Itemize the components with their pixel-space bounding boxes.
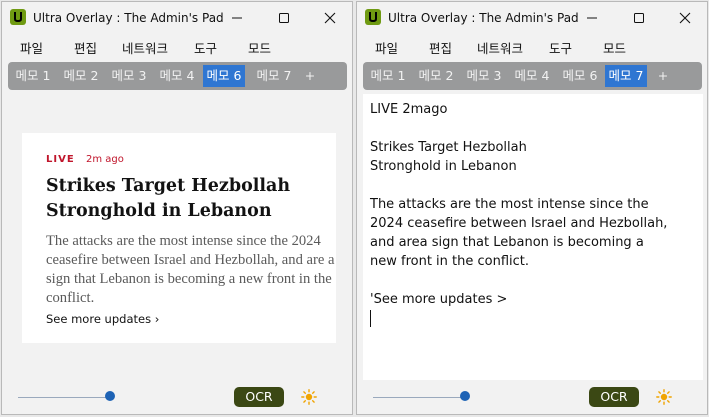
memo-line: LIVE 2mago — [370, 102, 448, 117]
tab-memo-3[interactable]: 메모 3 — [106, 65, 152, 87]
memo-line: 'See more updates > — [370, 292, 508, 307]
news-card-image: LIVE 2m ago Strikes Target Hezbollah Str… — [22, 133, 336, 343]
ocr-button[interactable]: OCR — [234, 387, 284, 407]
menu-mode[interactable]: 모드 — [603, 38, 626, 57]
ultra-overlay-logo-icon — [10, 9, 26, 25]
minimize-icon — [232, 17, 242, 19]
slider-thumb[interactable] — [105, 391, 115, 401]
close-icon — [679, 12, 691, 24]
bottom-toolbar: OCR — [357, 382, 707, 414]
maximize-icon — [279, 13, 289, 23]
close-button[interactable] — [307, 2, 352, 34]
maximize-icon — [634, 13, 644, 23]
menu-file[interactable]: 파일 — [20, 38, 43, 57]
memo-line: The attacks are the most intense since t… — [370, 197, 649, 212]
opacity-slider[interactable] — [18, 397, 110, 398]
time-ago: 2m ago — [86, 154, 124, 165]
memo-line: Stronghold in Lebanon — [370, 159, 517, 174]
overlay-window-left: Ultra Overlay : The Admin's Pad 파일 편집 네트… — [1, 1, 353, 415]
bottom-toolbar: OCR — [2, 382, 352, 414]
tab-memo-3[interactable]: 메모 3 — [461, 65, 507, 87]
memo-tab-bar: 메모 1 메모 2 메모 3 메모 4 메모 6 메모 7 + — [363, 62, 702, 90]
maximize-button[interactable] — [261, 2, 307, 34]
slider-fill — [373, 397, 465, 398]
menu-network[interactable]: 네트워크 — [122, 38, 168, 57]
close-button[interactable] — [662, 2, 707, 34]
memo-tab-bar: 메모 1 메모 2 메모 3 메모 4 메모 6 메모 7 + — [8, 62, 347, 90]
window-title: Ultra Overlay : The Admin's Pad — [33, 11, 224, 25]
see-more-link: See more updates › — [46, 312, 160, 326]
minimize-button[interactable] — [569, 2, 615, 34]
menu-network[interactable]: 네트워크 — [477, 38, 523, 57]
sun-icon — [301, 389, 317, 405]
tab-memo-1[interactable]: 메모 1 — [365, 65, 411, 87]
ultra-overlay-logo-icon — [365, 9, 381, 25]
menu-file[interactable]: 파일 — [375, 38, 398, 57]
menu-mode[interactable]: 모드 — [248, 38, 271, 57]
theme-toggle-button[interactable] — [301, 389, 317, 405]
slider-fill — [18, 397, 110, 398]
memo-line: 2024 ceasefire between Israel and Hezbol… — [370, 216, 668, 231]
title-bar[interactable]: Ultra Overlay : The Admin's Pad — [357, 2, 707, 34]
text-caret — [370, 310, 371, 327]
live-label: LIVE — [46, 154, 75, 165]
tab-memo-7[interactable]: 메모 7 — [251, 65, 297, 87]
news-summary: The attacks are the most intense since t… — [46, 233, 335, 306]
menu-bar: 파일 편집 네트워크 도구 모드 — [357, 34, 707, 58]
tab-memo-4[interactable]: 메모 4 — [154, 65, 200, 87]
tab-memo-2[interactable]: 메모 2 — [413, 65, 459, 87]
tab-memo-6[interactable]: 메모 6 — [557, 65, 603, 87]
theme-toggle-button[interactable] — [656, 389, 672, 405]
window-title: Ultra Overlay : The Admin's Pad — [388, 11, 579, 25]
tab-memo-6[interactable]: 메모 6 — [203, 65, 245, 87]
ocr-button[interactable]: OCR — [589, 387, 639, 407]
menu-tools[interactable]: 도구 — [194, 38, 217, 57]
opacity-slider[interactable] — [373, 397, 465, 398]
minimize-icon — [587, 17, 597, 19]
memo-line: and area sign that Lebanon is becoming a — [370, 235, 644, 250]
news-headline: Strikes Target Hezbollah Stronghold in L… — [46, 176, 291, 221]
menu-bar: 파일 편집 네트워크 도구 모드 — [2, 34, 352, 58]
tab-memo-2[interactable]: 메모 2 — [58, 65, 104, 87]
memo-text-area[interactable]: LIVE 2mago Strikes Target Hezbollah Stro… — [363, 94, 703, 380]
title-bar[interactable]: Ultra Overlay : The Admin's Pad — [2, 2, 352, 34]
minimize-button[interactable] — [214, 2, 260, 34]
sun-icon — [656, 389, 672, 405]
tab-memo-4[interactable]: 메모 4 — [509, 65, 555, 87]
tab-memo-7[interactable]: 메모 7 — [605, 65, 647, 87]
memo-line: Strikes Target Hezbollah — [370, 140, 527, 155]
overlay-window-right: Ultra Overlay : The Admin's Pad 파일 편집 네트… — [356, 1, 708, 415]
close-icon — [324, 12, 336, 24]
add-tab-button[interactable]: + — [653, 65, 673, 87]
slider-thumb[interactable] — [460, 391, 470, 401]
add-tab-button[interactable]: + — [300, 65, 320, 87]
menu-tools[interactable]: 도구 — [549, 38, 572, 57]
memo-line: new front in the conflict. — [370, 254, 530, 269]
menu-edit[interactable]: 편집 — [429, 38, 452, 57]
tab-memo-1[interactable]: 메모 1 — [10, 65, 56, 87]
menu-edit[interactable]: 편집 — [74, 38, 97, 57]
maximize-button[interactable] — [616, 2, 662, 34]
